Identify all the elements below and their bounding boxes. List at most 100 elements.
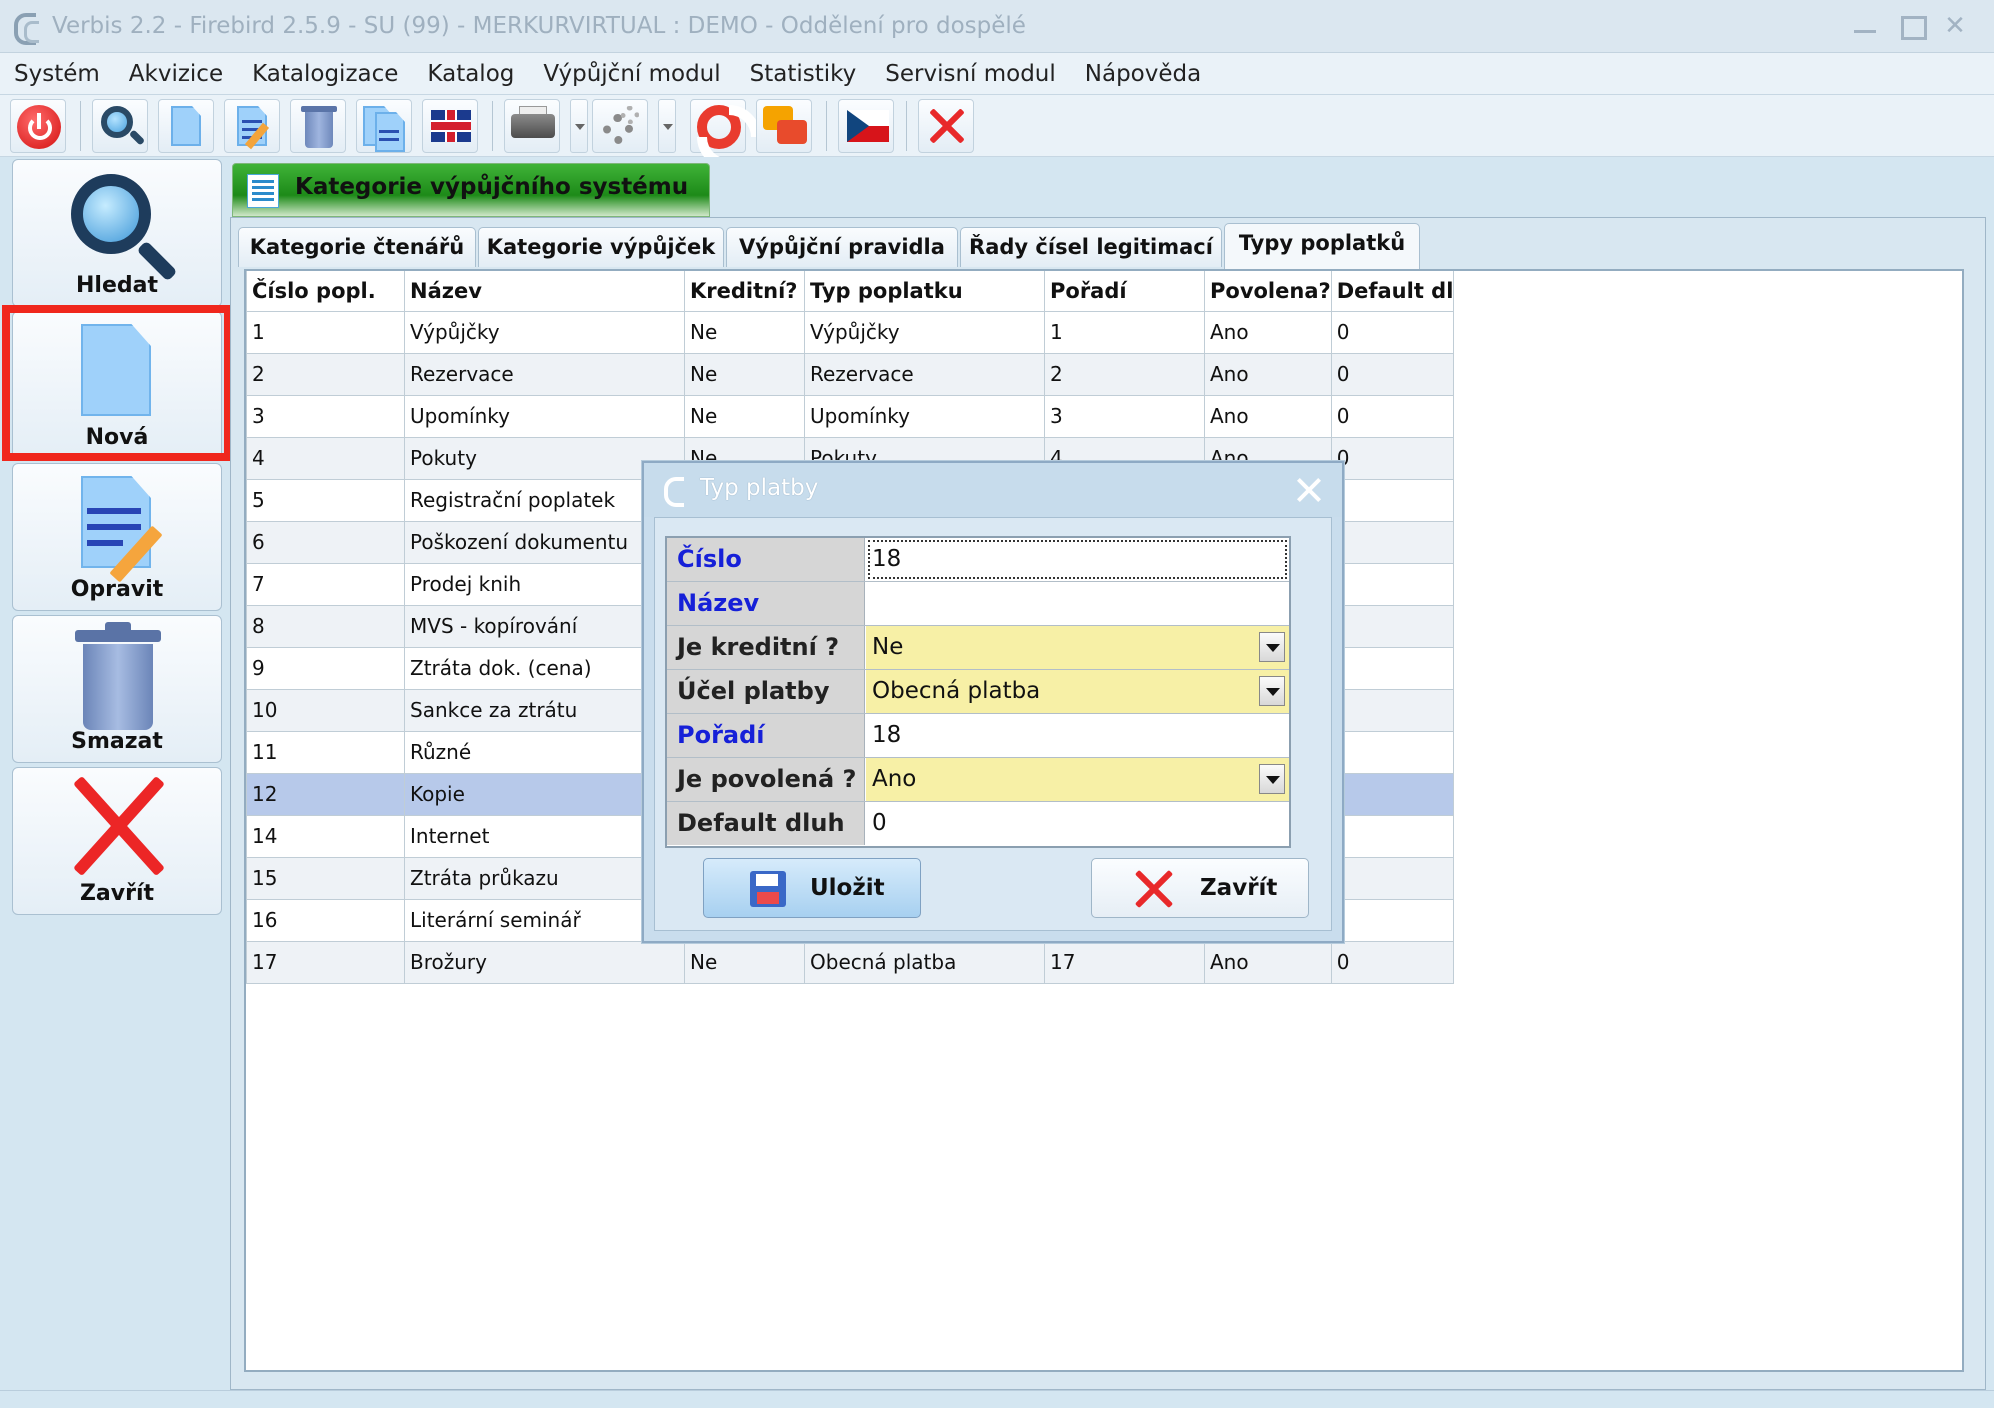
column-header[interactable]: Název xyxy=(404,271,685,312)
text-field[interactable] xyxy=(866,582,1289,625)
table-cell: Ne xyxy=(684,352,805,396)
dialog-close-button[interactable]: Zavřít xyxy=(1091,858,1309,918)
field-label: Je povolená ? xyxy=(667,758,865,801)
menu-vypujcni-modul[interactable]: Výpůjční modul xyxy=(543,61,720,87)
menu-napoveda[interactable]: Nápověda xyxy=(1085,61,1201,87)
close-icon xyxy=(929,108,965,144)
table-cell: Ano xyxy=(1204,310,1332,354)
uk-flag-icon xyxy=(431,110,471,142)
table-cell: Výpůjčky xyxy=(404,310,685,354)
table-cell xyxy=(1330,898,1455,942)
print-button[interactable] xyxy=(504,99,560,153)
text-field[interactable]: 18 xyxy=(866,714,1289,757)
tab-kategorie-ctenaru[interactable]: Kategorie čtenářů xyxy=(238,227,476,267)
settings-dropdown[interactable] xyxy=(658,99,676,153)
settings-button[interactable] xyxy=(592,99,648,153)
maximize-icon[interactable] xyxy=(1894,10,1928,42)
sidebar-search-label: Hledat xyxy=(76,273,158,298)
field-label: Název xyxy=(667,582,865,625)
table-cell: 5 xyxy=(246,478,405,522)
table-row[interactable]: 1 Výpůjčky Ne Výpůjčky 1 Ano 0 xyxy=(246,310,1455,354)
column-header[interactable]: Kreditní? xyxy=(684,271,805,312)
field-label: Číslo poplatku xyxy=(667,538,865,616)
table-header-row: Číslo popl. Název Kreditní? Typ poplatku… xyxy=(246,271,1455,312)
field-value: 18 xyxy=(872,546,902,572)
sidebar-search-button[interactable]: Hledat xyxy=(12,159,222,307)
search-icon xyxy=(101,106,133,138)
close-button[interactable] xyxy=(918,99,974,153)
menu-katalogizace[interactable]: Katalogizace xyxy=(252,61,398,87)
menu-statistiky[interactable]: Statistiky xyxy=(750,61,857,87)
messages-button[interactable] xyxy=(756,99,812,153)
table-cell: 6 xyxy=(246,520,405,564)
close-button-label: Zavřít xyxy=(1200,875,1278,901)
search-icon xyxy=(71,174,151,254)
menu-system[interactable]: Systém xyxy=(14,61,100,87)
table-cell: Ne xyxy=(684,940,805,984)
fee-type-dialog: Typ platby Číslo poplatku 18 NázevJe kredi… xyxy=(642,461,1344,943)
table-row[interactable]: 17 Brožury Ne Obecná platba 17 Ano 0 xyxy=(246,940,1455,984)
language-cz-button[interactable] xyxy=(838,99,894,153)
minimize-icon[interactable] xyxy=(1848,10,1882,42)
table-cell: 3 xyxy=(1044,394,1205,438)
menu-akvizice[interactable]: Akvizice xyxy=(129,61,223,87)
select-field[interactable]: Obecná platba xyxy=(866,670,1289,713)
sidebar-edit-label: Opravit xyxy=(70,577,164,602)
table-cell: 0 xyxy=(1330,394,1455,438)
table-cell xyxy=(1330,814,1455,858)
delete-button[interactable] xyxy=(290,99,346,153)
select-field[interactable]: Ano xyxy=(866,758,1289,801)
new-button[interactable] xyxy=(158,99,214,153)
search-button[interactable] xyxy=(92,99,148,153)
title-bar: Verbis 2.2 - Firebird 2.5.9 - SU (99) - … xyxy=(0,0,1994,53)
column-header[interactable]: Default dl xyxy=(1330,271,1455,312)
table-cell: 17 xyxy=(1044,940,1205,984)
copy-button[interactable] xyxy=(356,99,412,153)
table-cell xyxy=(1330,730,1455,774)
table-row[interactable]: 3 Upomínky Ne Upomínky 3 Ano 0 xyxy=(246,394,1455,438)
chevron-down-icon[interactable] xyxy=(1259,676,1285,706)
sidebar-delete-button[interactable]: Smazat xyxy=(12,615,222,763)
table-cell xyxy=(1330,772,1455,816)
table-cell: 8 xyxy=(246,604,405,648)
tab-typy-poplatku[interactable]: Typy poplatků xyxy=(1224,223,1420,269)
sidebar-close-button[interactable]: Zavřít xyxy=(12,767,222,915)
form-row: Účel platby Obecná platba xyxy=(667,670,1289,714)
column-header[interactable]: Typ poplatku xyxy=(804,271,1045,312)
field-value: Ne xyxy=(872,634,904,660)
help-button[interactable] xyxy=(690,99,746,153)
power-button[interactable] xyxy=(10,99,66,153)
field-label: Je kreditní ? xyxy=(667,626,865,669)
text-field[interactable]: 0 xyxy=(866,802,1289,845)
chevron-down-icon[interactable] xyxy=(1259,632,1285,662)
chevron-down-icon[interactable] xyxy=(1259,764,1285,794)
select-field[interactable]: Ne xyxy=(866,626,1289,669)
column-header[interactable]: Pořadí xyxy=(1044,271,1205,312)
dialog-title-bar[interactable]: Typ platby xyxy=(644,463,1342,517)
close-window-icon[interactable]: ✕ xyxy=(1938,10,1972,42)
save-button[interactable]: Uložit xyxy=(703,858,921,918)
table-cell: Obecná platba xyxy=(804,940,1045,984)
edit-button[interactable] xyxy=(224,99,280,153)
tab-rady-cisel-legitimaci[interactable]: Řady čísel legitimací xyxy=(960,227,1222,267)
field-label: Účel platby xyxy=(667,670,865,713)
print-dropdown[interactable] xyxy=(570,99,588,153)
table-cell: 9 xyxy=(246,646,405,690)
field-value: 0 xyxy=(872,810,887,836)
table-cell: 1 xyxy=(1044,310,1205,354)
field-value: Obecná platba xyxy=(872,678,1041,704)
dialog-close-icon[interactable] xyxy=(1294,475,1324,505)
column-header[interactable]: Číslo popl. xyxy=(246,271,405,312)
menu-servisni-modul[interactable]: Servisní modul xyxy=(885,61,1056,87)
menu-katalog[interactable]: Katalog xyxy=(427,61,514,87)
table-cell: 11 xyxy=(246,730,405,774)
language-en-button[interactable] xyxy=(422,99,478,153)
text-field[interactable]: 18 xyxy=(866,538,1289,581)
table-row[interactable]: 2 Rezervace Ne Rezervace 2 Ano 0 xyxy=(246,352,1455,396)
column-header[interactable]: Povolena? xyxy=(1204,271,1332,312)
table-cell xyxy=(1330,520,1455,564)
tab-kategorie-vypujcek[interactable]: Kategorie výpůjček xyxy=(478,227,724,267)
toolbar xyxy=(0,95,1994,157)
sidebar-edit-button[interactable]: Opravit xyxy=(12,463,222,611)
tab-vypujcni-pravidla[interactable]: Výpůjční pravidla xyxy=(726,227,958,267)
